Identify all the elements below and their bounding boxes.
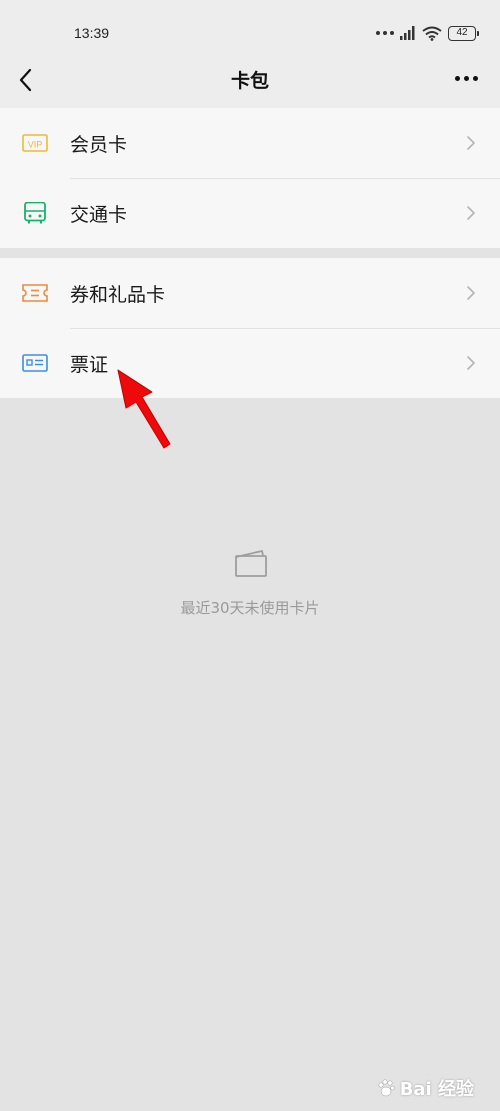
menu-item-member-card[interactable]: VIP 会员卡 <box>0 108 500 178</box>
signal-strength-icon <box>400 26 415 40</box>
status-bar: 13:39 42 <box>0 0 500 62</box>
card-group-1: VIP 会员卡 交通卡 <box>0 108 500 248</box>
chevron-right-icon <box>467 286 475 300</box>
menu-item-coupons-gift-cards[interactable]: 券和礼品卡 <box>0 258 500 328</box>
vip-card-icon: VIP <box>22 134 48 152</box>
nav-bar: 卡包 <box>0 62 500 108</box>
menu-item-tickets-ids[interactable]: 票证 <box>0 328 500 398</box>
paw-logo-icon <box>378 1079 395 1097</box>
signal-dots-icon <box>376 31 394 35</box>
card-group-2: 券和礼品卡 票证 <box>0 258 500 398</box>
ticket-icon <box>22 284 48 302</box>
empty-state-text: 最近30天未使用卡片 <box>180 599 320 617</box>
menu-item-label: 券和礼品卡 <box>70 284 166 306</box>
menu-item-label: 会员卡 <box>70 134 128 156</box>
watermark: Bai 经验 <box>376 1075 474 1101</box>
menu-item-label: 交通卡 <box>70 204 128 226</box>
bus-icon <box>24 202 46 224</box>
status-icons: 42 <box>376 24 479 42</box>
id-card-icon <box>22 354 48 372</box>
chevron-right-icon <box>467 206 475 220</box>
wifi-icon <box>422 26 442 41</box>
status-time: 13:39 <box>74 25 110 41</box>
more-dots-icon[interactable] <box>455 76 478 81</box>
svg-text:VIP: VIP <box>28 140 43 150</box>
page-title: 卡包 <box>230 70 269 92</box>
chevron-right-icon <box>467 136 475 150</box>
battery-icon: 42 <box>448 25 479 41</box>
menu-item-transit-card[interactable]: 交通卡 <box>0 178 500 248</box>
chevron-right-icon <box>467 356 475 370</box>
red-arrow-annotation-icon <box>117 369 171 449</box>
menu-item-label: 票证 <box>70 354 109 376</box>
empty-card-icon <box>235 550 267 577</box>
watermark-text: Bai 经验 <box>399 1079 474 1100</box>
